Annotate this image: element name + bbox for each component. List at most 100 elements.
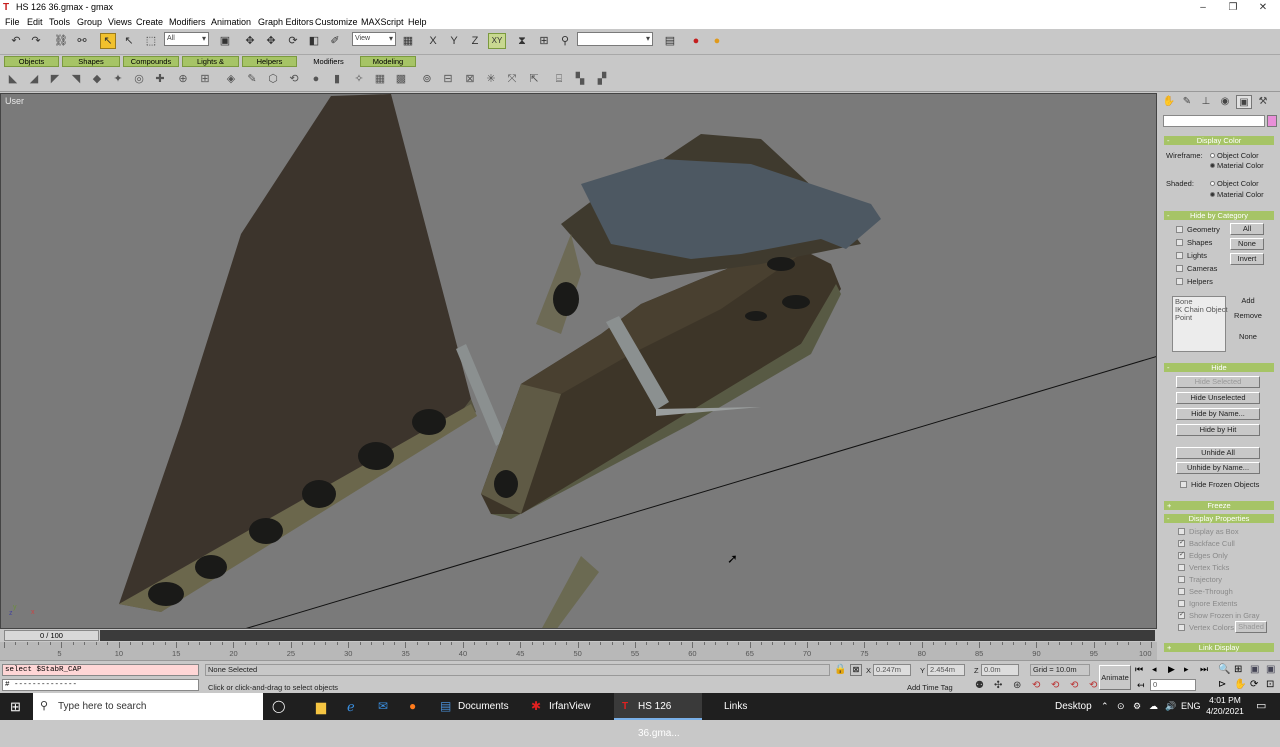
add-time-tag[interactable]: Add Time Tag <box>907 683 953 692</box>
select-move-icon[interactable]: ✥ <box>242 33 258 49</box>
freeze-rollout[interactable]: + Freeze <box>1164 501 1274 510</box>
hide-frozen-checkbox[interactable] <box>1180 481 1187 488</box>
maximize-viewport-icon[interactable]: ⊡ <box>1266 679 1274 690</box>
shapes-checkbox[interactable] <box>1176 239 1183 246</box>
restrict-z-icon[interactable]: Z <box>467 33 483 49</box>
menu-tools[interactable]: Tools <box>49 15 70 29</box>
helpers-checkbox[interactable] <box>1176 278 1183 285</box>
play-icon[interactable]: ▶ <box>1168 664 1175 675</box>
field-of-view-icon[interactable]: ⊳ <box>1218 679 1226 690</box>
display-color-rollout[interactable]: - Display Color <box>1164 136 1274 145</box>
search-box[interactable]: ⚲ Type here to search <box>33 693 263 720</box>
prev-frame-icon[interactable]: ◂ <box>1152 664 1157 675</box>
shaded-material-color-radio[interactable] <box>1210 192 1215 197</box>
region-select-icon[interactable]: ⬚ <box>143 33 159 49</box>
hide-unselected-button[interactable]: Hide Unselected <box>1176 392 1260 404</box>
skew-modifier-icon[interactable]: ◆ <box>90 72 104 86</box>
absolute-mode-icon[interactable]: ⊠ <box>850 664 862 676</box>
noise-modifier-icon[interactable]: ◥ <box>69 72 83 86</box>
pan-icon[interactable]: ✋ <box>1234 679 1246 690</box>
select-by-name-icon[interactable]: ↖ <box>121 33 137 49</box>
menu-animation[interactable]: Animation <box>211 15 251 29</box>
menu-maxscript[interactable]: MAXScript <box>361 15 404 29</box>
keyboard-shortcut-icon[interactable]: ⟲ <box>1051 680 1059 691</box>
zoom-extents-all-icon[interactable]: ▣ <box>1266 664 1275 675</box>
ffd-modifier-icon[interactable]: ⊞ <box>198 72 212 86</box>
z-coord-field[interactable]: 0.0m <box>981 664 1019 676</box>
notification-icon[interactable]: ▭ <box>1256 693 1266 720</box>
shaded-object-color-radio[interactable] <box>1210 181 1215 186</box>
select-and-link-icon[interactable]: ⛓ <box>53 33 69 49</box>
hierarchy-panel-icon[interactable]: ⊥ <box>1198 95 1214 109</box>
optimize-modifier-icon[interactable]: ▩ <box>394 72 408 86</box>
mesh-smooth-icon[interactable]: ▦ <box>373 72 387 86</box>
create-panel-icon[interactable]: ✋ <box>1161 95 1177 109</box>
lang-indicator[interactable]: ENG <box>1181 693 1201 720</box>
crossing-selection-icon[interactable]: ⟲ <box>1070 680 1078 691</box>
push-modifier-icon[interactable]: ✚ <box>153 72 167 86</box>
link-display-rollout[interactable]: + Link Display <box>1164 643 1274 652</box>
taskbar-gmax-active[interactable]: T HS 126 36.gma... <box>614 693 702 739</box>
patch-modifier-icon[interactable]: ▞ <box>595 72 609 86</box>
restrict-x-icon[interactable]: X <box>425 33 441 49</box>
backface-cull-checkbox[interactable] <box>1178 538 1185 547</box>
viewport-user[interactable]: User ➚ y x z <box>0 93 1157 629</box>
restrict-y-icon[interactable]: Y <box>446 33 462 49</box>
menu-create[interactable]: Create <box>136 15 163 29</box>
lights-checkbox[interactable] <box>1176 252 1183 259</box>
edit-spline-icon[interactable]: ✎ <box>245 72 259 86</box>
viewport-label[interactable]: User <box>5 96 24 106</box>
current-frame-field[interactable]: 0 <box>1150 679 1196 691</box>
restore-button[interactable]: ❐ <box>1218 0 1248 15</box>
x-coord-field[interactable]: 0.247m <box>873 664 911 676</box>
arc-rotate-icon[interactable]: ⟳ <box>1250 679 1258 690</box>
motion-panel-icon[interactable]: ◉ <box>1217 95 1233 109</box>
spinner-snap-icon[interactable]: ⟲ <box>1032 680 1040 691</box>
pivot-center-icon[interactable]: ▦ <box>400 33 416 49</box>
menu-customize[interactable]: Customize <box>315 15 358 29</box>
wireframe-object-color-radio[interactable] <box>1210 153 1215 158</box>
menu-modifiers[interactable]: Modifiers <box>169 15 206 29</box>
edit-mesh-icon[interactable]: ◈ <box>224 72 238 86</box>
undo-icon[interactable]: ↶ <box>8 33 24 49</box>
degradation-override-icon[interactable]: ⟲ <box>1089 680 1097 691</box>
maxscript-input-line[interactable]: # -------------- <box>2 679 199 691</box>
display-as-box-checkbox[interactable] <box>1178 528 1185 535</box>
hide-none-button[interactable]: None <box>1230 238 1264 250</box>
cameras-checkbox[interactable] <box>1176 265 1183 272</box>
selection-filter-select[interactable]: All <box>164 32 209 46</box>
goto-end-icon[interactable]: ⏭ <box>1200 664 1208 675</box>
stretch-modifier-icon[interactable]: ✦ <box>111 72 125 86</box>
smooth-modifier-icon[interactable]: ✳ <box>484 72 498 86</box>
tab-objects[interactable]: Objects <box>4 56 59 67</box>
material-editor-icon[interactable]: ▤ <box>662 33 678 49</box>
mail-icon[interactable]: ✉ <box>378 693 388 720</box>
time-slider[interactable]: 0 / 100 <box>0 629 1157 642</box>
modify-panel-icon[interactable]: ✎ <box>1179 95 1195 109</box>
normal-modifier-icon[interactable]: ⤧ <box>505 72 519 86</box>
render-scene-icon[interactable]: ● <box>688 33 704 49</box>
display-properties-rollout[interactable]: - Display Properties <box>1164 514 1274 523</box>
key-mode-icon[interactable]: ↤ <box>1137 680 1145 691</box>
named-selection-select[interactable] <box>577 32 653 46</box>
extrude-modifier-icon[interactable]: ⬡ <box>266 72 280 86</box>
snap-icon[interactable]: ⚲ <box>557 33 573 49</box>
reference-coordinate-select[interactable]: View <box>352 32 396 46</box>
unlink-icon[interactable]: ⚯ <box>74 33 90 49</box>
mesh-select-icon[interactable]: ⇱ <box>527 72 541 86</box>
hide-by-name-button[interactable]: Hide by Name... <box>1176 408 1260 420</box>
hide-by-category-rollout[interactable]: - Hide by Category <box>1164 211 1274 220</box>
menu-graph-editors[interactable]: Graph Editors <box>258 15 314 29</box>
irfanview-icon[interactable]: ✱ <box>531 693 541 720</box>
tab-compounds[interactable]: Compounds <box>123 56 179 67</box>
taper-modifier-icon[interactable]: ◢ <box>27 72 41 86</box>
xform-modifier-icon[interactable]: ✧ <box>352 72 366 86</box>
speaker-icon[interactable]: 🔊 <box>1165 693 1176 720</box>
lathe-modifier-icon[interactable]: ⟲ <box>287 72 301 86</box>
select-object-icon[interactable]: ↖ <box>100 33 116 49</box>
wireframe-material-color-radio[interactable] <box>1210 163 1215 168</box>
align-icon[interactable]: ⊞ <box>536 33 552 49</box>
time-slider-track[interactable] <box>100 630 1155 641</box>
settings-icon[interactable]: ⚙ <box>1133 693 1141 720</box>
menu-help[interactable]: Help <box>408 15 427 29</box>
